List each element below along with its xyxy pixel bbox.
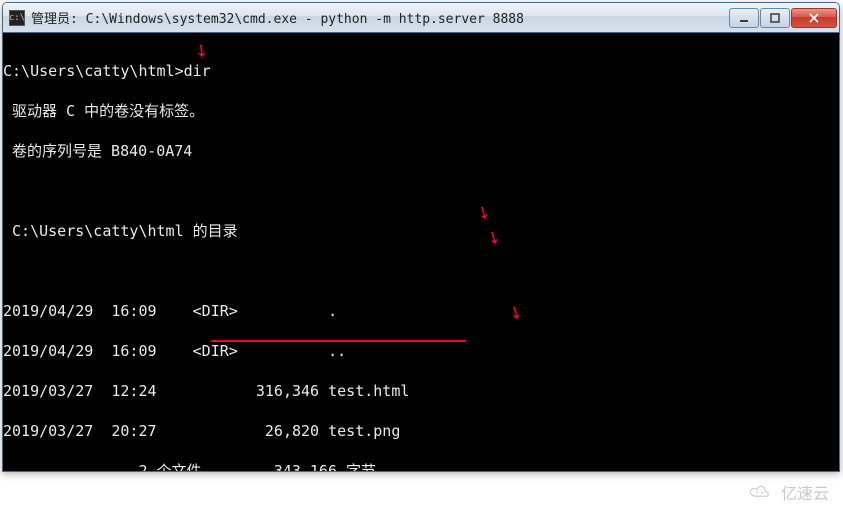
prompt-path: C:\Users\catty\html>: [3, 62, 184, 80]
cmd-window: c:\ 管理员: C:\Windows\system32\cmd.exe - p…: [2, 2, 840, 472]
cmd-icon: c:\: [9, 10, 25, 26]
terminal-line: 2 个文件 343,166 字节: [3, 461, 839, 472]
watermark: 亿速云: [747, 480, 829, 504]
terminal-area[interactable]: C:\Users\catty\html>dir 驱动器 C 中的卷没有标签。 卷…: [3, 33, 839, 471]
terminal-line: 2019/04/29 16:09 <DIR> .: [3, 301, 839, 321]
window-title: 管理员: C:\Windows\system32\cmd.exe - pytho…: [31, 8, 729, 27]
maximize-button[interactable]: [760, 8, 790, 28]
watermark-cloud-icon: [747, 484, 775, 500]
terminal-line: C:\Users\catty\html>dir: [3, 61, 839, 81]
close-button[interactable]: [791, 8, 837, 28]
terminal-line: 2019/03/27 12:24 316,346 test.html: [3, 381, 839, 401]
terminal-line: 2019/04/29 16:09 <DIR> ..: [3, 341, 839, 361]
minimize-button[interactable]: [729, 8, 759, 28]
terminal-line: 卷的序列号是 B840-0A74: [3, 141, 839, 161]
terminal-line: [3, 261, 839, 281]
terminal-line: [3, 181, 839, 201]
terminal-line: C:\Users\catty\html 的目录: [3, 221, 839, 241]
titlebar[interactable]: c:\ 管理员: C:\Windows\system32\cmd.exe - p…: [3, 3, 839, 33]
window-controls: [729, 8, 837, 28]
watermark-text: 亿速云: [781, 480, 829, 504]
terminal-line: 2019/03/27 20:27 26,820 test.png: [3, 421, 839, 441]
terminal-line: 驱动器 C 中的卷没有标签。: [3, 101, 839, 121]
command-text: dir: [184, 62, 211, 80]
